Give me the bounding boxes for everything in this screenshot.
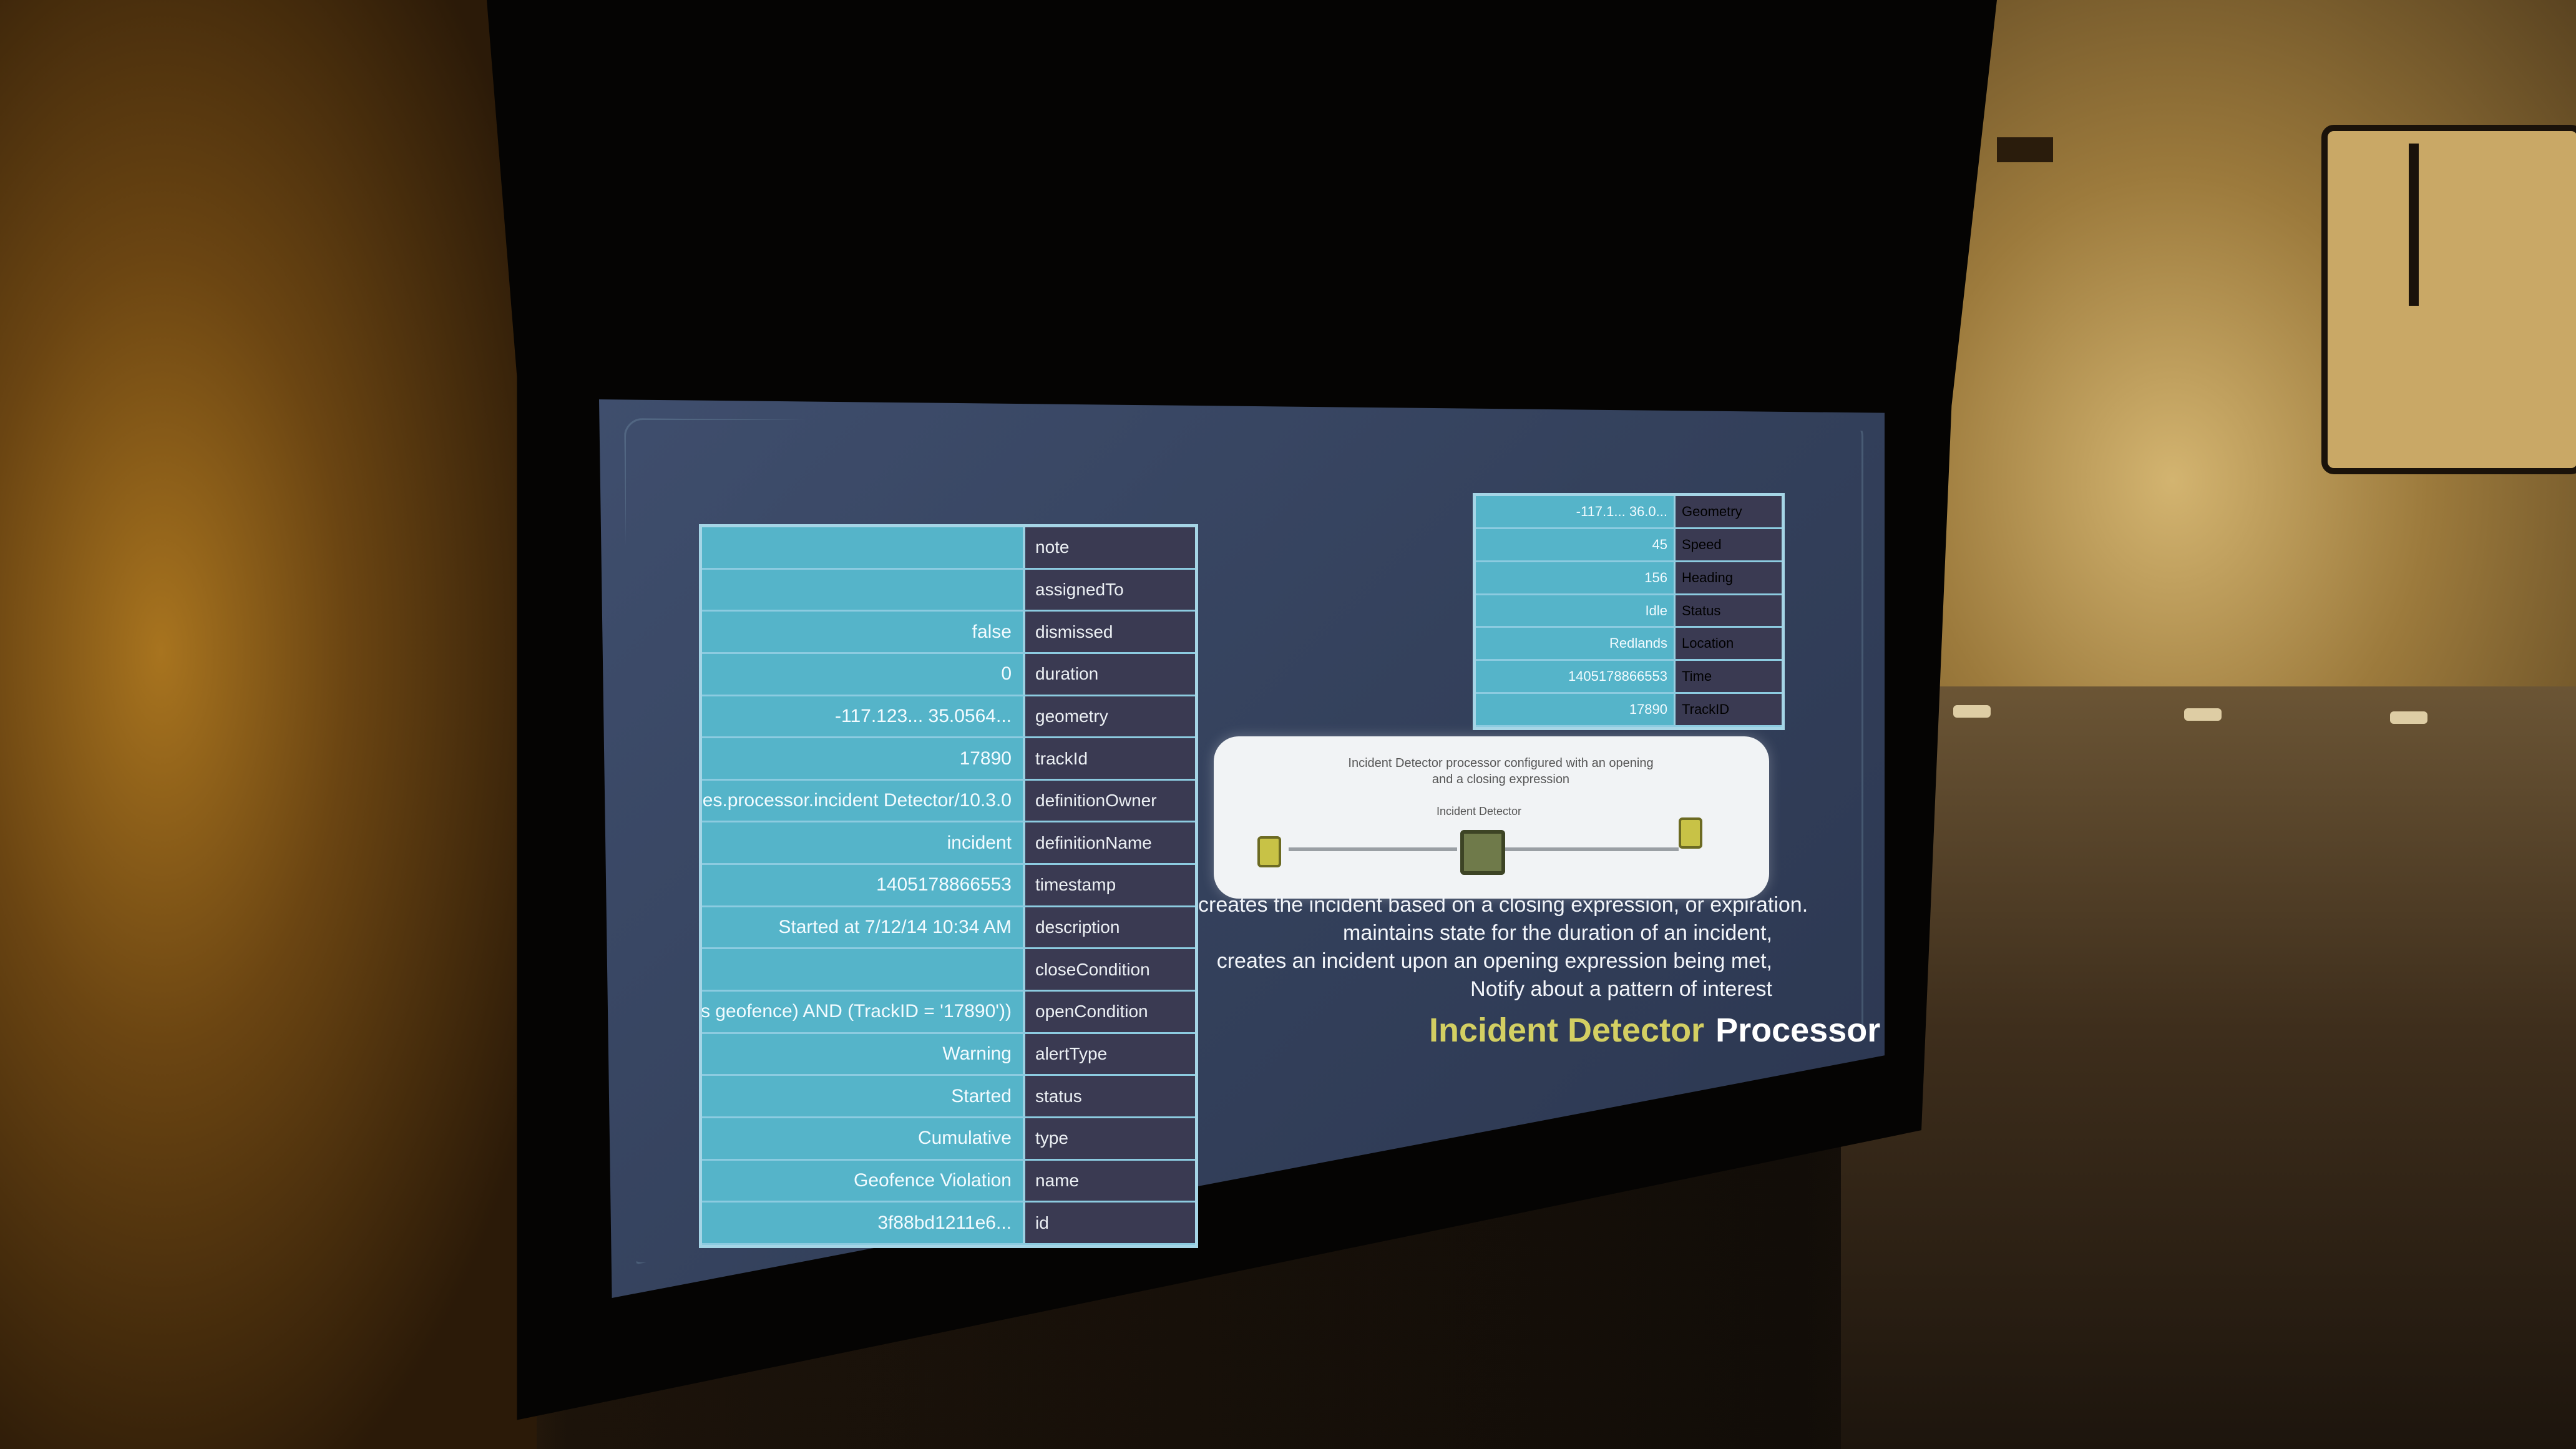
table-cell-value: 45 — [1652, 536, 1667, 552]
table-cell-value: Geofence Violation — [854, 1169, 1012, 1191]
table-cell-value: false — [972, 621, 1012, 642]
incident-attribute-table: note assignedTo false dismissed 0 duration -11… — [699, 524, 1198, 1248]
table-row: 156 Heading — [1476, 562, 1782, 595]
table-cell-key: timestamp — [1023, 865, 1195, 905]
table-row: false dismissed — [702, 612, 1195, 654]
flow-connector-line — [1504, 847, 1679, 851]
table-cell-value: 156 — [1644, 569, 1667, 585]
table-cell-key: Heading — [1674, 562, 1782, 593]
table-row: Warning alertType — [702, 1033, 1195, 1076]
table-cell-value — [702, 570, 1023, 610]
ceiling-light — [2390, 711, 2427, 724]
table-row: Cumulative type — [702, 1118, 1195, 1161]
table-cell-value: 1405178866553 — [876, 874, 1012, 895]
table-cell-value — [702, 949, 1023, 990]
table-cell-key: Time — [1674, 661, 1782, 693]
table-cell-value: 1405178866553 — [1568, 668, 1667, 685]
table-cell-value: -117.123... 35.0564... — [835, 705, 1012, 726]
table-cell-value: com.esri.ges.processor.incident Detector… — [702, 790, 1012, 811]
flow-processor-label: Incident Detector — [1436, 805, 1522, 817]
table-cell-key: trackId — [1023, 738, 1195, 779]
table-cell-key: definitionOwner — [1023, 780, 1195, 821]
table-cell-key: Status — [1674, 595, 1782, 627]
table-cell-key: geometry — [1023, 696, 1195, 737]
flow-diagram-panel: Incident Detector processor configured w… — [1214, 736, 1769, 899]
table-row: (INSIDE(AlertAreasGPS, AlertAreas geofen… — [702, 992, 1195, 1034]
table-row: closeCondition — [702, 949, 1195, 992]
flow-connector-line — [1289, 847, 1457, 851]
table-row: -117.123... 35.0564... geometry — [702, 696, 1195, 739]
table-row: 17890 trackId — [702, 738, 1195, 781]
table-cell-key: Geometry — [1674, 496, 1782, 527]
bullet-item: maintains state for the duration of an i… — [1343, 921, 1772, 945]
table-cell-value: 3f88bd1211e6... — [877, 1212, 1012, 1233]
table-cell-value: Started at 7/12/14 10:34 AM — [778, 917, 1012, 938]
flow-caption: Incident Detector processor configured w… — [1348, 756, 1654, 786]
table-row: 1405178866553 Time — [1476, 661, 1782, 695]
ceiling-light — [2184, 708, 2222, 721]
table-row: assignedTo — [702, 569, 1195, 612]
ceiling-light — [1953, 705, 1991, 718]
table-cell-value: Warning — [942, 1043, 1012, 1064]
output-node-icon — [1679, 817, 1702, 849]
table-cell-key: name — [1023, 1160, 1195, 1201]
table-cell-value: Cumulative — [917, 1128, 1012, 1149]
slide-title-accent: Incident Detector — [1429, 1012, 1705, 1049]
table-cell-key: type — [1023, 1118, 1195, 1159]
bullet-item: creates an incident upon an opening expr… — [1216, 949, 1772, 973]
table-cell-key: alertType — [1023, 1033, 1195, 1075]
table-cell-key: status — [1023, 1076, 1195, 1116]
input-node-icon — [1257, 836, 1281, 867]
table-cell-key: id — [1023, 1203, 1195, 1243]
room-floor — [1841, 686, 2576, 1449]
ceiling-sign — [1997, 137, 2053, 162]
table-cell-value: Started — [951, 1085, 1012, 1106]
table-row: 45 Speed — [1476, 529, 1782, 562]
table-cell-key: Location — [1674, 628, 1782, 660]
table-cell-key: duration — [1023, 653, 1195, 695]
table-row: note — [702, 527, 1195, 570]
table-cell-value: 17890 — [959, 748, 1012, 769]
table-row: 3f88bd1211e6... id — [702, 1203, 1195, 1245]
table-row: 0 duration — [702, 653, 1195, 696]
table-row: incident definitionName — [702, 822, 1195, 866]
table-cell-key: note — [1023, 527, 1195, 568]
table-cell-key: description — [1023, 907, 1195, 948]
table-row: Idle Status — [1476, 595, 1782, 628]
slide-bullets: creates the incident based on a closing … — [1198, 889, 1808, 1005]
table-cell-key: Speed — [1674, 529, 1782, 560]
table-cell-key: openCondition — [1023, 992, 1195, 1032]
ceiling-light-fixture — [2321, 125, 2576, 474]
table-row: com.esri.ges.processor.incident Detector… — [702, 780, 1195, 823]
table-cell-key: definitionName — [1023, 822, 1195, 864]
table-cell-key: TrackID — [1674, 694, 1782, 726]
table-row: 17890 TrackID — [1476, 694, 1782, 728]
table-cell-key: closeCondition — [1023, 949, 1195, 990]
table-row: Started status — [702, 1076, 1195, 1118]
table-cell-key: assignedTo — [1023, 569, 1195, 610]
table-cell-key: dismissed — [1023, 612, 1195, 652]
bullet-item: creates the incident based on a closing … — [1198, 893, 1808, 917]
table-cell-value: 17890 — [1629, 701, 1667, 718]
table-cell-value: -117.1... 36.0... — [1576, 503, 1667, 519]
table-cell-value: Redlands — [1609, 635, 1667, 651]
table-row: Geofence Violation name — [702, 1160, 1195, 1203]
table-cell-value: (INSIDE(AlertAreasGPS, AlertAreas geofen… — [702, 1001, 1012, 1022]
table-row: Started at 7/12/14 10:34 AM description — [702, 907, 1195, 950]
table-row: Redlands Location — [1476, 628, 1782, 661]
processor-chip-icon — [1460, 830, 1505, 875]
ceiling-fixture-bar — [2409, 144, 2419, 306]
table-row: 1405178866553 timestamp — [702, 865, 1195, 907]
slide-title-rest: Processor — [1715, 1012, 1881, 1049]
bullet-item: Notify about a pattern of interest — [1470, 977, 1772, 1001]
table-cell-value: Idle — [1645, 602, 1667, 618]
table-cell-value: incident — [947, 832, 1012, 853]
table-row: -117.1... 36.0... Geometry — [1476, 496, 1782, 529]
slide-title: Incident Detector Processor — [1429, 1011, 1880, 1050]
table-cell-value — [702, 527, 1023, 568]
room-wall-left — [0, 0, 537, 1449]
event-attribute-table: -117.1... 36.0... Geometry 45 Speed 156 Headi… — [1473, 493, 1785, 730]
table-cell-value: 0 — [1001, 663, 1012, 685]
